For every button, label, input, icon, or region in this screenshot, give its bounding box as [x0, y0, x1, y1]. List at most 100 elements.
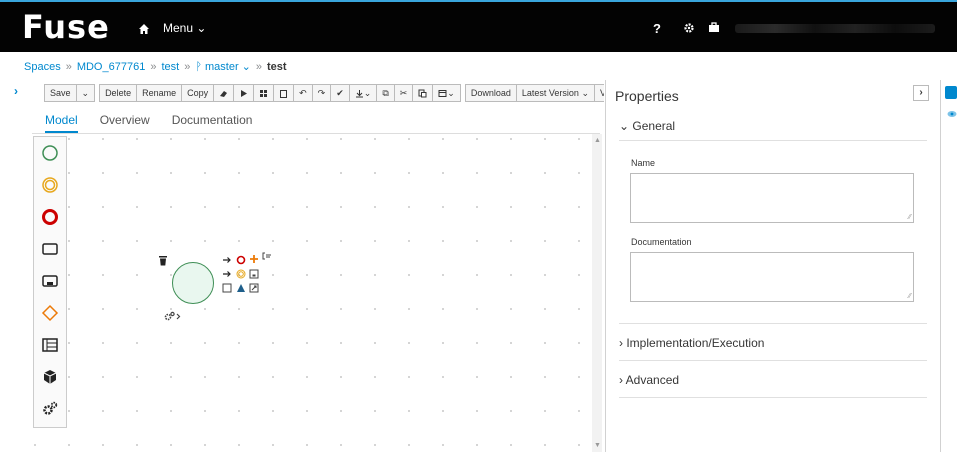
paste-button[interactable]	[273, 84, 295, 102]
download-button[interactable]: Download	[464, 84, 517, 102]
run-button[interactable]	[233, 84, 255, 102]
clipboard-icon	[280, 89, 288, 98]
delete-button[interactable]: Delete	[99, 84, 138, 102]
morph-shortcut-icon[interactable]	[249, 283, 259, 293]
eraser-button[interactable]	[213, 84, 235, 102]
subprocess-shortcut-icon[interactable]	[249, 269, 259, 279]
branch-icon: ᚹ	[195, 61, 202, 73]
breadcrumb-separator: »	[184, 61, 191, 73]
chevron-down-icon: ⌄	[81, 88, 90, 98]
brand-logo[interactable]: Fuse	[22, 8, 110, 46]
end-event-tool[interactable]	[34, 201, 66, 233]
resize-grip-icon[interactable]: ⁄⁄	[909, 293, 911, 300]
start-event-node[interactable]	[172, 262, 214, 304]
help-button[interactable]: ?	[653, 21, 661, 36]
lane-icon	[42, 338, 58, 352]
table-icon	[438, 89, 447, 97]
implementation-section-header[interactable]: › Implementation/Execution	[619, 336, 764, 350]
task-tool[interactable]	[34, 233, 66, 265]
annotation-shortcut-icon[interactable]	[262, 252, 272, 262]
data-object-shortcut-icon[interactable]	[236, 283, 246, 293]
view-mode-dropdown[interactable]: ⌄	[432, 84, 461, 102]
canvas-scrollbar[interactable]: ▲ ▼	[592, 134, 602, 452]
task-shortcut-icon[interactable]	[222, 283, 232, 293]
end-event-shortcut-icon[interactable]	[236, 255, 246, 265]
section-divider	[619, 323, 927, 324]
resize-grip-icon[interactable]: ⁄⁄	[909, 214, 911, 221]
gateway-tool[interactable]	[34, 297, 66, 329]
chevron-down-icon[interactable]: ⌄	[242, 61, 251, 73]
download-icon	[355, 89, 363, 97]
grid-button[interactable]	[253, 84, 275, 102]
tab-overview[interactable]: Overview	[100, 113, 150, 133]
chevron-down-icon: ⌄	[363, 88, 372, 98]
view-alerts-button[interactable]: View A	[593, 84, 604, 102]
parallel-gateway-shortcut-icon[interactable]	[249, 254, 259, 264]
subprocess-tool[interactable]	[34, 265, 66, 297]
general-section-header[interactable]: ⌄ General	[619, 119, 675, 133]
documentation-field[interactable]: ⁄⁄	[630, 252, 914, 302]
tab-model[interactable]: Model	[45, 113, 78, 133]
check-icon: ✔	[336, 88, 344, 98]
chevron-down-icon: ⌄	[581, 88, 589, 98]
advanced-section-header[interactable]: › Advanced	[619, 373, 679, 387]
name-field[interactable]: ⁄⁄	[630, 173, 914, 223]
rename-button[interactable]: Rename	[136, 84, 183, 102]
save-options-dropdown[interactable]: ⌄	[75, 84, 96, 102]
breadcrumb-asset: test	[267, 61, 287, 73]
arrow-right-icon[interactable]	[222, 255, 232, 265]
paste-selection-button[interactable]	[412, 84, 434, 102]
properties-title: Properties	[615, 88, 679, 104]
expand-left-panel-icon[interactable]: ›	[14, 84, 18, 98]
play-icon	[241, 89, 248, 97]
custom-task-tool[interactable]	[34, 361, 66, 393]
save-button[interactable]: Save	[44, 84, 77, 102]
cut-button[interactable]: ✂	[393, 84, 414, 102]
cogs-icon[interactable]	[164, 311, 182, 321]
home-icon[interactable]	[138, 23, 150, 35]
export-dropdown[interactable]: ⌄	[348, 84, 378, 102]
latest-version-dropdown[interactable]: Latest Version ⌄	[515, 84, 595, 102]
breadcrumb-project[interactable]: test	[161, 61, 179, 73]
start-event-tool[interactable]	[34, 137, 66, 169]
latest-version-label: Latest Version	[521, 88, 579, 98]
redo-button[interactable]: ↷	[311, 84, 332, 102]
panel-divider	[605, 80, 606, 452]
menu-label: Menu	[163, 21, 194, 35]
intermediate-event-icon	[42, 177, 58, 193]
service-tasks-tool[interactable]	[34, 393, 66, 425]
gear-icon[interactable]	[683, 22, 695, 34]
breadcrumb-space[interactable]: MDO_677761	[77, 61, 146, 73]
collapse-properties-button[interactable]: ›	[913, 85, 929, 101]
intermediate-event-tool[interactable]	[34, 169, 66, 201]
breadcrumb-spaces[interactable]: Spaces	[24, 61, 61, 73]
scroll-up-icon[interactable]: ▲	[594, 137, 601, 144]
start-event-icon	[42, 145, 58, 161]
eye-icon[interactable]	[947, 110, 957, 118]
briefcase-icon[interactable]	[708, 22, 720, 33]
intermediate-event-shortcut-icon[interactable]	[236, 269, 246, 279]
tab-documentation[interactable]: Documentation	[172, 113, 253, 133]
subprocess-icon	[42, 275, 58, 287]
arrow-right-icon[interactable]	[222, 269, 232, 279]
edit-properties-button[interactable]	[945, 86, 957, 99]
menu-dropdown[interactable]: Menu ⌄	[163, 21, 206, 35]
service-tasks-icon	[43, 401, 58, 415]
trash-icon[interactable]	[158, 255, 168, 266]
scroll-down-icon[interactable]: ▼	[594, 442, 601, 449]
breadcrumb-branch[interactable]: master	[205, 61, 239, 73]
documentation-label: Documentation	[631, 237, 692, 247]
validate-button[interactable]: ✔	[330, 84, 350, 102]
diagram-canvas[interactable]	[32, 134, 600, 452]
custom-task-icon	[43, 370, 57, 384]
user-menu[interactable]	[735, 24, 935, 33]
eraser-icon	[220, 90, 228, 97]
undo-button[interactable]: ↶	[293, 84, 313, 102]
copy-button[interactable]: Copy	[181, 84, 215, 102]
shape-palette	[33, 136, 67, 428]
advanced-section-label: Advanced	[625, 373, 680, 387]
breadcrumb-separator: »	[65, 61, 72, 73]
copy-selection-button[interactable]: ⧉	[376, 84, 395, 102]
copy-icon: ⧉	[382, 88, 389, 98]
lane-tool[interactable]	[34, 329, 66, 361]
